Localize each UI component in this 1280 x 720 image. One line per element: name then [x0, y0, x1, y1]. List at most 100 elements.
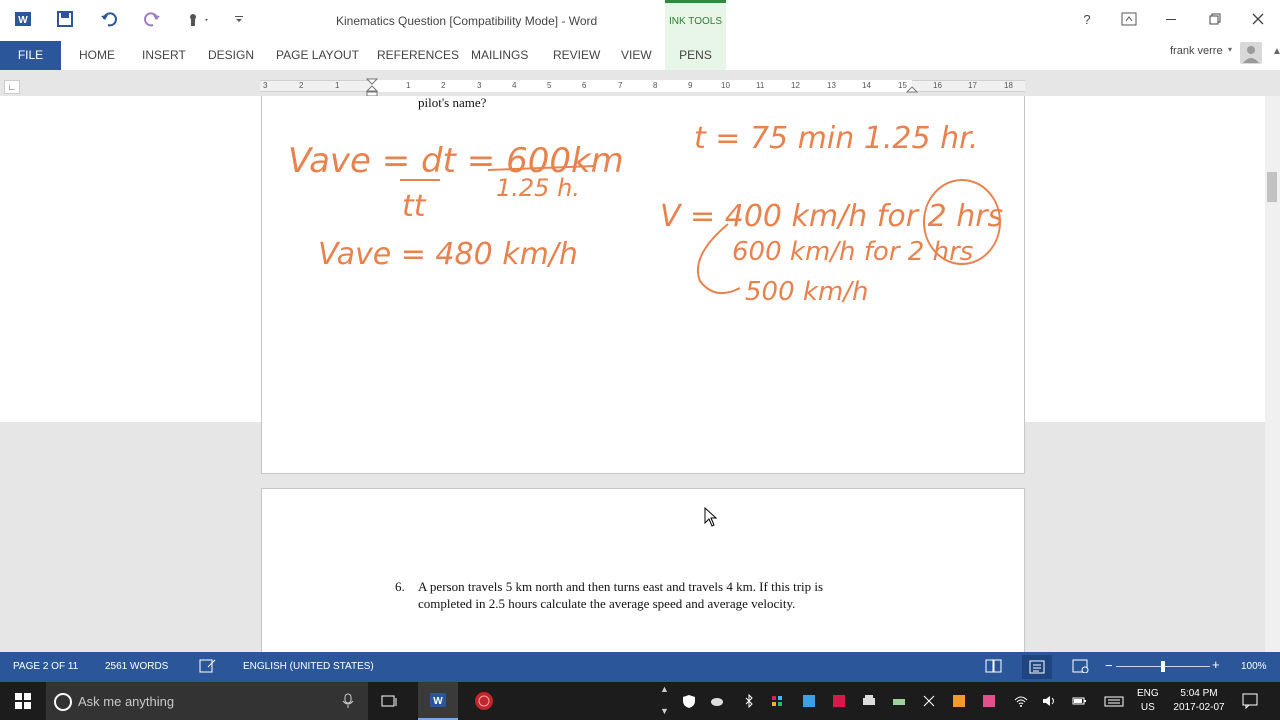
page-2[interactable] — [261, 488, 1025, 652]
title-bar: W Kinematics Question [Compatibility Mod… — [0, 0, 1280, 41]
windows-taskbar: Ask me anything W ▲ ▼ ENG US 5:04 PM 201… — [0, 682, 1280, 720]
ruler-number: 1 — [406, 81, 411, 90]
ruler-number: 14 — [862, 81, 871, 90]
media-app-icon[interactable] — [982, 694, 996, 708]
ruler-number: 11 — [756, 81, 765, 90]
zoom-out-icon[interactable]: − — [1105, 658, 1113, 673]
mouse-cursor-icon — [704, 507, 718, 527]
zoom-slider-thumb[interactable] — [1161, 661, 1165, 672]
input-language[interactable]: ENG US — [1137, 687, 1159, 715]
region-code: US — [1140, 702, 1155, 713]
microphone-icon[interactable] — [342, 693, 354, 709]
document-title: Kinematics Question [Compatibility Mode]… — [336, 14, 598, 28]
tab-file[interactable]: FILE — [0, 41, 61, 70]
question-text-line-2: completed in 2.5 hours calculate the ave… — [418, 596, 796, 611]
right-indent-marker-icon[interactable] — [906, 84, 918, 94]
ruler-number: 16 — [933, 81, 942, 90]
minimize-button[interactable] — [1159, 8, 1183, 30]
indent-marker-icon[interactable] — [366, 78, 378, 98]
start-button[interactable] — [0, 682, 46, 720]
battery-icon[interactable] — [1072, 694, 1086, 708]
redo-icon[interactable] — [139, 8, 165, 30]
language-indicator[interactable]: ENGLISH (UNITED STATES) — [243, 661, 374, 672]
tools-icon[interactable] — [922, 694, 936, 708]
help-button[interactable]: ? — [1075, 8, 1099, 30]
tab-home[interactable]: HOME — [79, 41, 115, 70]
ruler-number: 4 — [512, 81, 517, 90]
printer-icon[interactable] — [862, 694, 876, 708]
defender-shield-icon[interactable] — [682, 694, 696, 708]
bluetooth-icon[interactable] — [742, 694, 756, 708]
ruler-number: 12 — [791, 81, 800, 90]
tab-mailings[interactable]: MAILINGS — [471, 41, 528, 70]
orange-app-icon[interactable] — [952, 694, 966, 708]
restore-icon — [1209, 13, 1221, 25]
app-tray-icon[interactable] — [802, 694, 816, 708]
tab-design[interactable]: DESIGN — [208, 41, 254, 70]
search-placeholder: Ask me anything — [78, 694, 175, 709]
tab-insert[interactable]: INSERT — [142, 41, 186, 70]
clock-time: 5:04 PM — [1180, 688, 1218, 699]
taskbar-scroll-up-icon[interactable]: ▲ — [660, 684, 669, 694]
ink-tools-group-label: INK TOOLS — [665, 0, 726, 41]
close-button[interactable] — [1246, 8, 1270, 30]
task-view-button[interactable] — [370, 682, 410, 720]
tab-references[interactable]: REFERENCES — [377, 41, 459, 70]
account-dropdown-icon[interactable]: ▾ — [1228, 45, 1232, 54]
word-app-icon[interactable]: W — [10, 8, 36, 30]
taskbar-recording-app-button[interactable] — [464, 682, 504, 720]
ruler-number: 1 — [335, 81, 340, 90]
avatar[interactable] — [1240, 42, 1262, 64]
ruler-number: 3 — [477, 81, 482, 90]
ribbon-collapse-icon[interactable]: ▲ — [1272, 46, 1280, 57]
taskbar-word-button[interactable]: W — [418, 682, 458, 720]
volume-icon[interactable] — [1042, 694, 1056, 708]
onedrive-cloud-icon[interactable] — [710, 694, 724, 708]
tab-stop-selector[interactable]: ∟ — [4, 80, 20, 94]
question-text-line-1: A person travels 5 km north and then tur… — [418, 579, 824, 594]
previous-question-text: pilot's name? — [418, 96, 487, 110]
ruler-number: 9 — [688, 81, 693, 90]
cortana-icon — [54, 693, 72, 711]
page-count[interactable]: PAGE 2 OF 11 — [13, 661, 78, 672]
word-count[interactable]: 2561 WORDS — [105, 661, 168, 672]
scrollbar-thumb[interactable] — [1267, 172, 1277, 202]
proofing-icon[interactable] — [199, 658, 217, 677]
keyboard-icon[interactable] — [1104, 694, 1124, 708]
ruler-number: 17 — [968, 81, 977, 90]
tab-review[interactable]: REVIEW — [553, 41, 600, 70]
print-layout-icon[interactable] — [1022, 655, 1052, 679]
ruler-number: 6 — [582, 81, 587, 90]
notification-center-icon[interactable] — [1242, 693, 1258, 709]
question-number: 6. — [395, 579, 405, 594]
ruler-number: 18 — [1004, 81, 1013, 90]
account-name[interactable]: frank verre — [1170, 45, 1223, 57]
zoom-in-icon[interactable]: + — [1212, 657, 1220, 672]
undo-icon[interactable] — [96, 8, 122, 30]
record-app-icon — [475, 692, 493, 710]
page-1[interactable] — [261, 96, 1025, 474]
restore-button[interactable] — [1203, 8, 1227, 30]
save-icon[interactable] — [52, 8, 78, 30]
ribbon-display-icon — [1121, 12, 1137, 26]
tab-page-layout[interactable]: PAGE LAYOUT — [276, 41, 359, 70]
zoom-level[interactable]: 100% — [1241, 661, 1267, 672]
slack-icon[interactable] — [770, 694, 784, 708]
system-clock[interactable]: 5:04 PM 2017-02-07 — [1170, 687, 1228, 715]
network-drive-icon[interactable] — [892, 694, 906, 708]
user-silhouette-icon — [1243, 46, 1259, 63]
touch-mode-icon[interactable] — [183, 8, 213, 30]
record-tray-icon[interactable] — [832, 694, 846, 708]
read-mode-icon[interactable] — [985, 659, 1003, 676]
tab-pens[interactable]: PENS — [665, 41, 726, 70]
customize-quick-access-icon[interactable] — [230, 8, 248, 30]
web-layout-icon[interactable] — [1072, 659, 1090, 676]
svg-text:W: W — [18, 15, 28, 26]
task-view-icon — [381, 695, 397, 707]
ruler-number: 13 — [827, 81, 836, 90]
ribbon-display-options-button[interactable] — [1117, 8, 1141, 30]
ribbon-tabs: FILE HOME INSERT DESIGN PAGE LAYOUT REFE… — [0, 41, 1280, 70]
taskbar-scroll-down-icon[interactable]: ▼ — [660, 706, 669, 716]
tab-view[interactable]: VIEW — [621, 41, 652, 70]
wifi-icon[interactable] — [1014, 694, 1028, 708]
